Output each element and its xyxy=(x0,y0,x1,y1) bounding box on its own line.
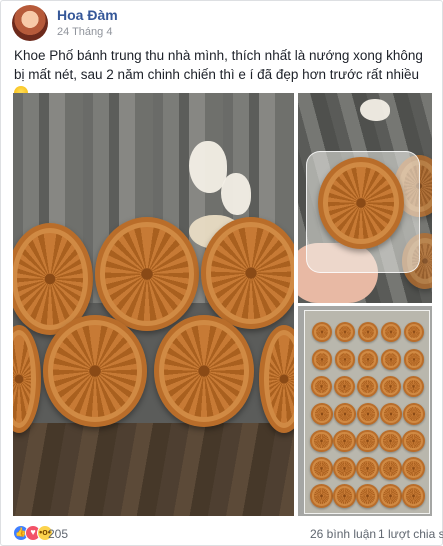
photo-mooncake-trays[interactable] xyxy=(298,306,432,516)
mooncake xyxy=(378,484,403,508)
mooncake xyxy=(95,217,199,331)
post-footer: 👍 ♥ •o• 205 26 bình luận 1 lượt chia sẻ xyxy=(1,518,443,546)
mooncake xyxy=(379,403,402,425)
shares-count[interactable]: 1 lượt chia sẻ xyxy=(378,527,443,541)
mooncake xyxy=(334,349,356,370)
post-date[interactable]: 24 Tháng 4 xyxy=(57,26,112,38)
mooncake xyxy=(332,484,357,508)
mooncake xyxy=(154,315,254,427)
mooncake xyxy=(310,403,333,425)
mooncake xyxy=(310,430,333,453)
mooncake xyxy=(402,457,425,480)
mooncake xyxy=(403,349,425,370)
mooncake xyxy=(356,430,379,453)
wood-table xyxy=(13,423,294,516)
reaction-count[interactable]: 205 xyxy=(48,527,68,541)
mooncake xyxy=(13,325,41,433)
mooncake xyxy=(402,403,425,425)
mooncake xyxy=(333,457,356,480)
white-flower xyxy=(360,99,390,121)
facebook-post: Hoa Đàm 24 Tháng 4 Khoe Phố bánh trung t… xyxy=(0,0,443,546)
mooncake xyxy=(356,403,379,425)
mooncake xyxy=(379,430,402,453)
mooncake xyxy=(310,457,333,480)
mooncake xyxy=(356,457,379,480)
white-flower xyxy=(221,173,251,215)
mooncake xyxy=(358,322,378,342)
mooncake xyxy=(309,484,334,508)
mooncake xyxy=(201,217,294,329)
mooncake xyxy=(333,403,356,425)
mooncake xyxy=(259,325,294,433)
mooncake xyxy=(401,484,426,508)
mooncake xyxy=(333,430,356,453)
mooncake xyxy=(380,349,402,370)
mooncake xyxy=(357,349,379,370)
photo-mooncake-in-hand[interactable] xyxy=(298,93,432,303)
photo-mooncakes-main[interactable] xyxy=(13,93,294,516)
comments-count[interactable]: 26 bình luận xyxy=(310,527,376,541)
mooncake xyxy=(311,349,333,370)
post-header: Hoa Đàm 24 Tháng 4 xyxy=(1,1,442,45)
mooncake xyxy=(379,457,402,480)
mooncake xyxy=(335,322,355,342)
mooncake xyxy=(355,484,380,508)
mooncake xyxy=(402,430,425,453)
author-avatar[interactable] xyxy=(12,5,48,41)
author-name[interactable]: Hoa Đàm xyxy=(57,7,118,23)
mooncake xyxy=(381,322,401,342)
mooncake xyxy=(404,322,424,342)
caption-text: Khoe Phố bánh trung thu nhà mình, thích … xyxy=(14,48,423,82)
mooncake xyxy=(312,322,332,342)
mooncake xyxy=(43,315,147,427)
mooncake xyxy=(318,157,404,249)
